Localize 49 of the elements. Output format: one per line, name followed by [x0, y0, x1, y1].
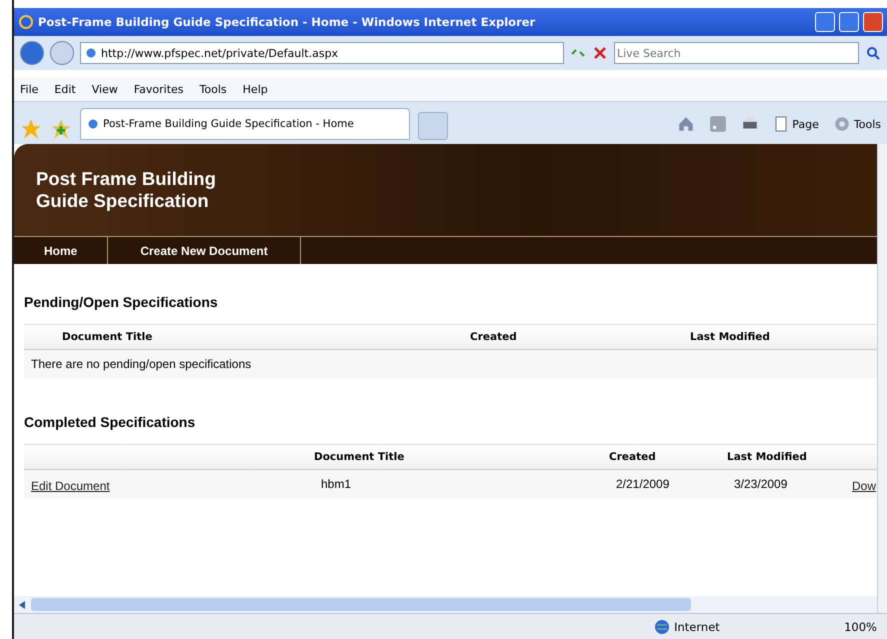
- table-cell-text: hbm1: [321, 477, 352, 491]
- minimize-button[interactable]: [815, 12, 835, 32]
- horizontal-scrollbar[interactable]: [14, 596, 877, 613]
- menu-item[interactable]: Help: [242, 83, 268, 96]
- column-header: Last Modified: [690, 331, 771, 343]
- section-heading: Completed Specifications: [24, 414, 196, 430]
- download-link[interactable]: Dow: [852, 478, 876, 492]
- search-field[interactable]: Live Search: [614, 42, 859, 64]
- add-favorite-icon: [50, 118, 72, 140]
- zoom-level[interactable]: 100%: [844, 620, 877, 634]
- scroll-left-icon[interactable]: [17, 600, 27, 610]
- menu-item[interactable]: Favorites: [134, 83, 184, 96]
- stop-icon: [592, 45, 608, 61]
- tools-menu-button[interactable]: Tools: [832, 115, 881, 133]
- menu-item[interactable]: Edit: [54, 83, 76, 96]
- back-button[interactable]: [20, 41, 44, 65]
- browser-tab[interactable]: Post-Frame Building Guide Specification - Home: [80, 108, 410, 140]
- zone-text: Internet: [674, 620, 720, 634]
- nav-link[interactable]: Create New Document: [108, 237, 301, 264]
- gear-icon: [832, 115, 851, 133]
- vertical-scrollbar[interactable]: [877, 144, 887, 613]
- menu-item[interactable]: View: [92, 83, 118, 96]
- column-header: Document Title: [314, 451, 406, 463]
- address-field[interactable]: http://www.pfspec.net/private/Default.aspx: [80, 42, 564, 64]
- browser-icon: [18, 14, 34, 30]
- nav-link[interactable]: Home: [14, 237, 108, 264]
- globe-icon: [654, 618, 670, 634]
- page-menu-button[interactable]: Page: [773, 115, 819, 133]
- maximize-button[interactable]: [839, 12, 859, 32]
- section-heading: Pending/Open Specifications: [24, 294, 219, 310]
- forward-button[interactable]: [50, 41, 74, 65]
- star-icon: [20, 118, 42, 140]
- column-header: Created: [609, 451, 657, 463]
- table-cell-text: 2/21/2009: [616, 477, 670, 491]
- table-cell-text: 3/23/2009: [734, 477, 788, 491]
- search-icon: [865, 45, 881, 61]
- home-icon[interactable]: [677, 115, 696, 133]
- window-title: Post-Frame Building Guide Specification - Home - Windows Internet Explorer: [38, 15, 536, 29]
- site-title: Post Frame Building: [36, 168, 217, 190]
- close-button[interactable]: [863, 12, 883, 32]
- site-title: Guide Specification: [36, 190, 210, 212]
- edit-document-link[interactable]: Edit Document: [31, 478, 110, 492]
- column-header: Last Modified: [727, 451, 808, 463]
- menu-item[interactable]: File: [20, 83, 38, 96]
- column-header: Created: [470, 331, 518, 343]
- menu-item[interactable]: Tools: [200, 83, 227, 96]
- column-header: Document Title: [62, 331, 154, 343]
- empty-message: There are no pending/open specifications: [31, 357, 252, 371]
- url-text: http://www.pfspec.net/private/Default.aspx: [101, 46, 338, 60]
